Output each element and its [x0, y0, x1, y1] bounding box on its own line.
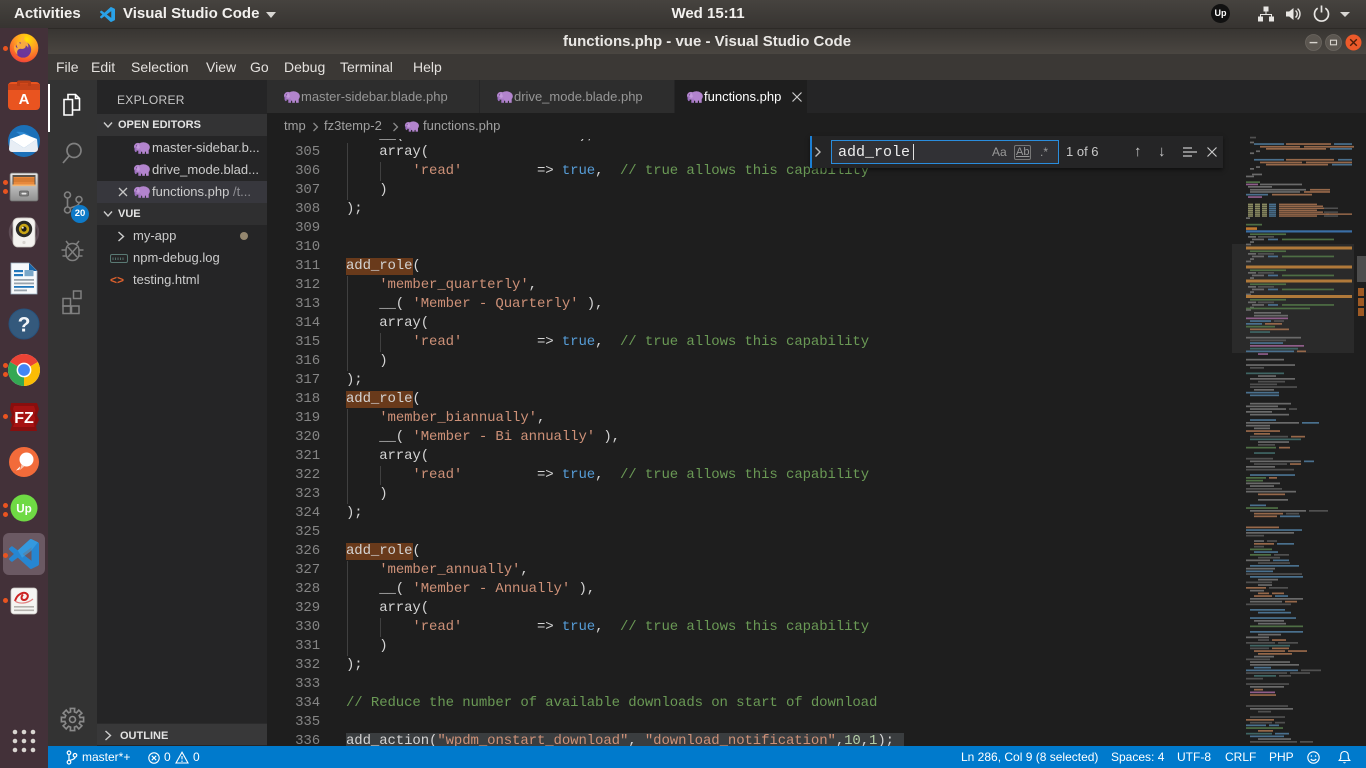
svg-text:FZ: FZ [14, 410, 34, 427]
svg-text:?: ? [18, 314, 31, 337]
svg-text:Up: Up [16, 503, 32, 516]
svg-text:A: A [19, 91, 30, 108]
